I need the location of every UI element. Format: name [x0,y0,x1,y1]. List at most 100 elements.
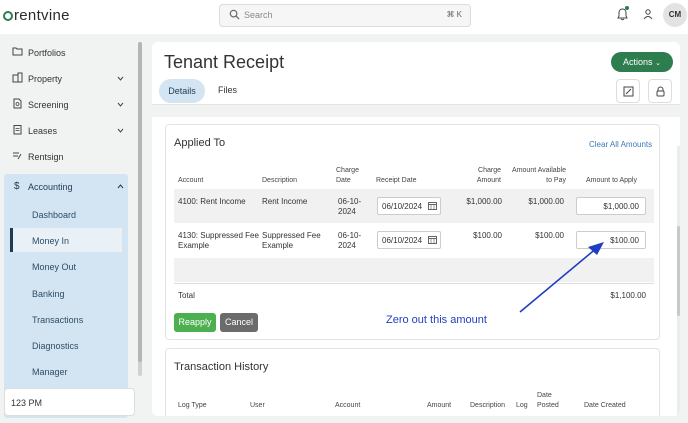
section-gap [152,105,680,117]
col-header-user: User [250,402,265,409]
signature-icon [13,152,22,160]
sidebar-sub-money-in[interactable]: Money In [32,236,69,246]
sidebar-item-accounting[interactable]: $ Accounting [12,178,132,198]
reapply-button[interactable]: Reapply [174,313,216,332]
header-line: Date [537,392,552,399]
main-scroll-thumb[interactable] [677,226,680,316]
sidebar-item-rentsign[interactable]: Rentsign [12,148,132,168]
sidebar-sub-transactions[interactable]: Transactions [32,315,83,325]
logo[interactable]: rentvine [3,7,70,24]
main-scrollbar[interactable] [677,146,680,416]
header-line: Charge [336,167,359,174]
total-label: Total [178,291,195,300]
logo-text: rentvine [14,7,70,24]
tab-files[interactable]: Files [218,85,237,95]
date-line: 2024 [338,207,356,216]
transaction-history-title: Transaction History [174,361,269,373]
sidebar-scrollbar[interactable] [138,42,142,376]
account-line: 4130: Suppressed Fee [178,231,259,240]
page-title: Tenant Receipt [164,52,285,72]
receipt-date-value: 06/10/2024 [382,236,423,245]
cell-charge-amount: $100.00 [473,231,502,240]
search-icon [229,9,240,20]
col-header-receipt-date: Receipt Date [376,177,417,184]
calendar-icon[interactable] [428,201,437,210]
sidebar-sub-diagnostics[interactable]: Diagnostics [32,341,79,351]
person-icon[interactable] [643,9,653,20]
amount-to-apply-input[interactable]: $1,000.00 [576,197,646,215]
cancel-button[interactable]: Cancel [220,313,258,332]
sidebar-item-label: Screening [28,100,69,110]
cell-charge-date: 06-10- 2024 [338,197,361,217]
edit-button[interactable] [616,79,640,103]
sidebar: Portfolios Property Screening Leases Ren… [0,34,150,423]
sidebar-item-screening[interactable]: Screening [12,96,132,116]
sidebar-item-property[interactable]: Property [12,70,132,90]
col-header-description: Description [262,177,298,184]
portfolio-switcher[interactable]: 123 PM [4,388,135,416]
tab-details[interactable]: Details [159,79,205,103]
cell-account: 4130: Suppressed Fee Example [178,231,259,251]
col-header-amount-available: Amount Available to Pay [506,166,566,186]
sidebar-item-leases[interactable]: Leases [12,122,132,142]
document-icon [13,98,22,109]
description-line: Example [262,241,294,250]
header-line: Amount [476,177,501,184]
sidebar-item-portfolios[interactable]: Portfolios [12,44,132,64]
applied-to-title: Applied To [174,137,226,149]
sidebar-item-label: Accounting [28,182,73,192]
calendar-icon[interactable] [428,235,437,244]
sidebar-sub-money-out[interactable]: Money Out [32,262,76,272]
col-header-amount-to-apply: Amount to Apply [586,177,637,184]
dollar-icon: $ [14,181,20,192]
chevron-down-icon: ⌄ [655,60,661,67]
col-header-charge-amount: Charge Amount [471,166,501,186]
sidebar-item-label: Leases [28,126,58,136]
description-line: Suppressed Fee [262,231,321,240]
cell-description: Suppressed Fee Example [262,231,321,251]
transaction-history-panel: Transaction History Log Type User Accoun… [165,348,660,416]
actions-label: Actions [623,57,653,67]
sidebar-item-label: Portfolios [28,48,66,58]
receipt-date-input[interactable]: 06/10/2024 [377,231,441,249]
col-header-account: Account [335,402,361,409]
total-divider [174,283,654,284]
cell-amount-available: $1,000.00 [528,197,564,206]
col-header-date-created: Date Created [584,402,626,409]
header-line: Date [336,177,351,184]
col-header-log-type: Log Type [178,402,207,409]
chevron-down-icon [117,102,124,107]
receipt-date-input[interactable]: 06/10/2024 [377,197,441,215]
sidebar-item-label: Rentsign [28,152,64,162]
amount-to-apply-input[interactable]: $100.00 [576,231,646,249]
chevron-down-icon [117,128,124,133]
col-header-log: Log [516,402,528,409]
table-row: 4100: Rent Income Rent Income 06-10- 2024… [174,189,654,223]
sidebar-sub-manager[interactable]: Manager [32,367,68,377]
header-line: Posted [537,402,559,409]
date-line: 2024 [338,241,356,250]
search-placeholder: Search [244,10,273,20]
actions-button[interactable]: Actions ⌄ [611,52,673,72]
date-line: 06-10- [338,197,362,206]
cell-charge-amount: $1,000.00 [466,197,502,206]
col-header-date-posted: Date Posted [537,391,559,411]
col-header-amount: Amount [427,402,452,409]
avatar[interactable]: CM [663,3,687,27]
empty-row [174,258,654,282]
annotation-text: Zero out this amount [386,314,487,326]
sidebar-sub-dashboard[interactable]: Dashboard [32,210,76,220]
receipt-date-value: 06/10/2024 [382,202,423,211]
clear-all-amounts-link[interactable]: Clear All Amounts [589,140,652,149]
date-line: 06-10- [338,231,362,240]
header-line: Charge [478,167,501,174]
sidebar-sub-banking[interactable]: Banking [32,289,65,299]
clipboard-icon [13,125,22,135]
sidebar-scroll-thumb[interactable] [138,42,142,362]
search-box[interactable]: Search ⌘ K [219,4,471,27]
main-content: Tenant Receipt Actions ⌄ Details Files A… [152,42,680,416]
total-value: $1,100.00 [610,291,646,300]
lock-button[interactable] [648,79,672,103]
notification-dot [625,6,629,10]
edit-icon [623,86,634,97]
